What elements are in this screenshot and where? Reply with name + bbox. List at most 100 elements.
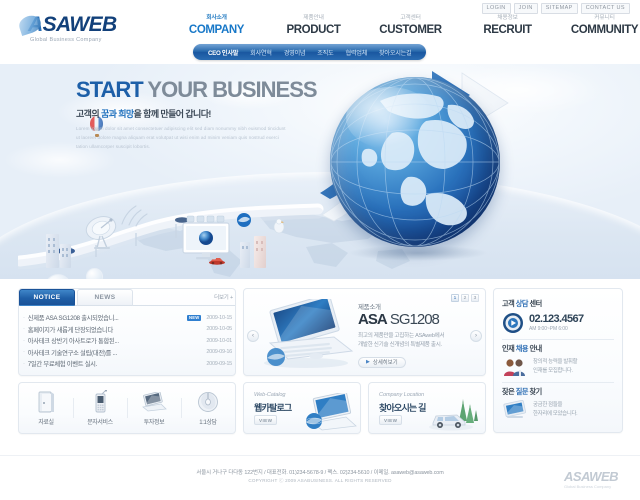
contact-us-link[interactable]: CONTACT US	[580, 3, 630, 14]
headset-icon	[503, 313, 523, 333]
notice-row[interactable]: · 홈페이지가 새롭게 단장되었습니다 2009-10-05	[23, 324, 232, 336]
notice-row[interactable]: · 아사테크 상반기 아사트로가 통합된... 2009-10-01	[23, 335, 232, 347]
subnav-item-philosophy[interactable]: 경영이념	[278, 48, 312, 57]
promo-prev-button[interactable]: ‹	[247, 330, 259, 342]
bullet-icon: ·	[23, 314, 25, 321]
footer-logo-mark: ASAWEB	[563, 469, 619, 484]
notice-row[interactable]: · 7일간 무료체험 이벤트 실시. 2009-09-15	[23, 358, 232, 370]
quick-item-investor[interactable]: 투자정보	[127, 390, 181, 426]
homepage: LOGIN JOIN SITEMAP CONTACT US ASAWEB Glo…	[0, 0, 640, 500]
hero-satellite-dish-icon	[85, 216, 117, 249]
quick-label-investor: 투자정보	[143, 420, 165, 426]
globe-highlight	[346, 87, 434, 149]
cc-title-em: 상담	[515, 299, 529, 308]
notice-list: · 신제품 ASA SG1208 출시되었습니... NEW 2009-10-1…	[19, 306, 235, 370]
notice-title: 아사테크 상반기 아사트로가 통합된...	[27, 338, 119, 346]
nav-item-community[interactable]: 커뮤니티 COMMUNITY	[556, 15, 640, 36]
bullet-icon: ·	[23, 349, 25, 356]
people-icon	[504, 359, 525, 376]
hero-title: START YOUR BUSINESS	[76, 78, 346, 101]
hero-monitor-top-icons	[186, 215, 225, 223]
notice-title: 신제품 ASA SG1208 출시되었습니...	[27, 315, 119, 323]
subnav-item-directions[interactable]: 찾아오시는길	[373, 48, 417, 57]
subnav-item-ceo-greeting[interactable]: CEO 인사말	[202, 48, 244, 57]
nav-item-product[interactable]: 제품안내 PRODUCT	[265, 15, 362, 36]
notice-row[interactable]: · 아사테크 기술연구소 설립(대전)를 ... 2009-09-16	[23, 347, 232, 359]
laptop-globe-icon	[305, 393, 357, 431]
faq-title-a: 잦은	[502, 387, 516, 396]
nav-item-customer-en: CUSTOMER	[379, 23, 442, 36]
promo-desc-line1: 최고의 제품만을 고집하는 ASAweb에서	[358, 333, 445, 339]
laptop-icon	[127, 390, 181, 414]
nav-item-customer[interactable]: 고객센터 CUSTOMER	[362, 15, 459, 36]
sidebar-title-recruit: 인재 채용 안내	[502, 344, 614, 354]
join-link[interactable]: JOIN	[513, 3, 538, 14]
promo-laptop-icon	[264, 299, 354, 368]
tab-notice[interactable]: NOTICE	[19, 289, 75, 306]
promo-text: 제품소개 ASA SG1208 최고의 제품만을 고집하는 ASAweb에서 개…	[358, 301, 478, 368]
bullet-icon: ·	[23, 337, 25, 344]
recruit-line2: 인재를 모집합니다.	[533, 368, 573, 374]
sidebar-block-customer-center: 고객 상담 센터 02.123.4567 AM 9:00~PM 6:00	[502, 295, 614, 339]
rc-title-b: 안내	[527, 344, 542, 353]
sitemap-link[interactable]: SITEMAP	[540, 3, 578, 14]
hero-subtitle-emphasis: 꿈과 희망	[100, 109, 134, 120]
banner-2-view-button[interactable]: VIEW	[379, 415, 403, 425]
login-link[interactable]: LOGIN	[481, 3, 511, 14]
notice-row[interactable]: · 신제품 ASA SG1208 출시되었습니... NEW 2009-10-1…	[23, 312, 232, 324]
banner-2-kr: 찾아오시는 길	[379, 403, 426, 413]
banner-1-en: Web-Catalog	[254, 392, 286, 398]
site-header: LOGIN JOIN SITEMAP CONTACT US ASAWEB Glo…	[0, 0, 640, 64]
notice-title: 홈페이지가 새롭게 단장되었습니다	[27, 326, 114, 334]
hero-earth-globe-icon	[330, 77, 500, 247]
notice-title: 아사테크 기술연구소 설립(대전)를 ...	[27, 349, 118, 357]
hero-title-rest: YOUR BUSINESS	[142, 77, 317, 102]
quick-item-sms[interactable]: 문자서비스	[73, 390, 127, 426]
faq-title-em: 질문	[515, 387, 529, 396]
nav-item-product-en: PRODUCT	[286, 23, 341, 36]
faq-title-b: 찾기	[527, 387, 542, 396]
sidebar-title-customer-center: 고객 상담 센터	[502, 299, 614, 309]
main-content: NOTICE NEWS 더보기 + · 신제품 ASA SG1208 출시되었습…	[0, 283, 640, 455]
nav-item-company[interactable]: 회사소개 COMPANY	[168, 15, 265, 36]
hero-copy: START YOUR BUSINESS 고객의 꿈과 희망을 함께 만들어 갑니…	[76, 78, 346, 151]
banner-1-view-button[interactable]: VIEW	[254, 415, 278, 425]
subnav-item-partners[interactable]: 협력업체	[339, 48, 373, 57]
sidebar-block-faq[interactable]: 잦은 질문 찾기 궁금한 점들을 한자리에 모았습니다.	[502, 382, 614, 425]
nav-item-recruit-kr: 채용정보	[497, 15, 518, 21]
promo-kicker: 제품소개	[358, 304, 381, 311]
mobile-phone-icon	[73, 390, 127, 414]
banner-company-location[interactable]: Company Location 찾아오시는 길 VIEW	[368, 382, 486, 434]
faq-line1: 궁금한 점들을	[533, 402, 563, 409]
hero-description: Lorem ipsum dolor sit amet consectetuer …	[76, 126, 286, 149]
nav-item-company-en: COMPANY	[188, 23, 245, 36]
subnav-item-org-chart[interactable]: 조직도	[311, 48, 339, 57]
rc-title-a: 인재	[502, 344, 516, 353]
hero-sphere-b	[86, 268, 103, 279]
tab-news[interactable]: NEWS	[77, 289, 133, 306]
promo-desc-line2: 개발한 신기술 신개념의 특별제품 출시.	[358, 342, 442, 349]
sidebar-block-recruit[interactable]: 인재 채용 안내 창의적 능력을 발휘할 인재를 모집합니다.	[502, 339, 614, 382]
site-logo[interactable]: ASAWEB Global Business Company	[16, 13, 168, 43]
subnav-item-history[interactable]: 회사연혁	[244, 48, 278, 57]
hero-building-left-b	[60, 244, 71, 268]
nav-item-recruit[interactable]: 채용정보 RECRUIT	[459, 15, 556, 36]
notice-date: 2009-10-15	[206, 314, 232, 321]
sub-navigation: CEO 인사말 회사연혁 경영이념 조직도 협력업체 찾아오시는길	[193, 44, 427, 60]
mouse-icon	[181, 390, 235, 414]
site-footer: 서울시 거나구 다다동 122번지 / 대표전화. 01)234-5678-9 …	[0, 455, 640, 500]
faq-line2: 한자리에 모았습니다.	[533, 411, 578, 417]
utility-nav: LOGIN JOIN SITEMAP CONTACT US	[481, 3, 630, 14]
promo-detail-button[interactable]: ▶ 상세히보기	[358, 356, 406, 368]
bullet-icon: ·	[23, 360, 25, 367]
quick-menu: 자료실 문자서비스 투자정보 1:1상담	[18, 382, 236, 434]
banner-web-catalog[interactable]: Web-Catalog 웹카탈로그 VIEW	[243, 382, 361, 434]
car-trees-icon	[429, 399, 478, 431]
hero-building-right-a	[254, 236, 266, 268]
quick-item-archive[interactable]: 자료실	[19, 390, 73, 426]
info-sidebar: 고객 상담 센터 02.123.4567 AM 9:00~PM 6:00 인재	[493, 288, 623, 433]
rc-title-em: 채용	[515, 344, 529, 353]
notice-more-link[interactable]: 더보기 +	[214, 293, 233, 301]
quick-item-consult[interactable]: 1:1상담	[181, 390, 235, 426]
quick-label-consult: 1:1상담	[199, 420, 217, 426]
